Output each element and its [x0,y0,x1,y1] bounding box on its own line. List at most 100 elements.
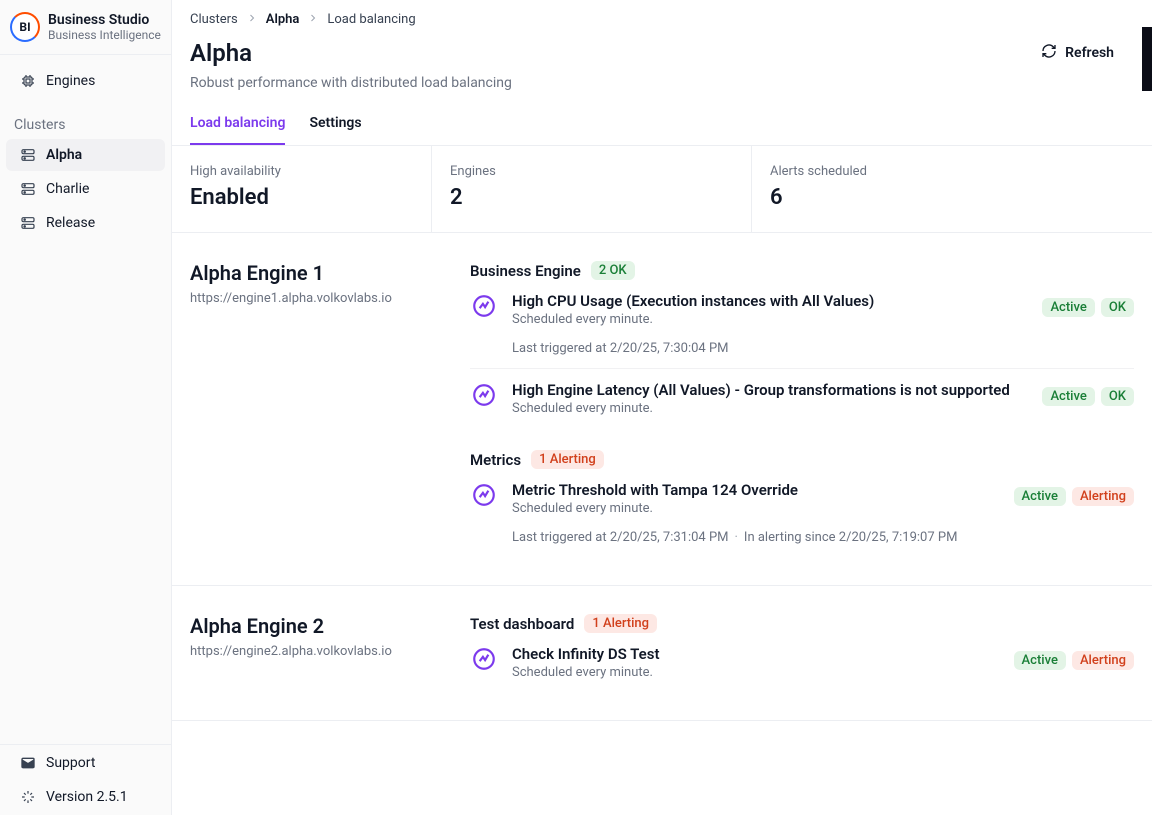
alert-schedule: Scheduled every minute. [512,501,1000,516]
group-header: Test dashboard 1 Alerting [470,614,1134,633]
engine-name: Alpha Engine 1 [190,261,430,285]
chevron-right-icon [307,12,319,27]
alert-group: Business Engine 2 OK High CPU Usage (Execu… [470,261,1134,428]
alert-badges: Active Alerting [1014,487,1134,506]
engine-url: https://engine2.alpha.volkovlabs.io [190,644,430,659]
alert-meta: Last triggered at 2/20/25, 7:31:04 PM·In… [512,530,1000,545]
crumb-page: Load balancing [327,12,415,27]
crumb-clusters[interactable]: Clusters [190,12,238,27]
activity-icon [470,481,498,509]
right-edge-bar [1142,27,1152,91]
tab-load-balancing[interactable]: Load balancing [190,115,285,145]
status-badge: Active [1014,651,1066,670]
alert-title: High Engine Latency (All Values) - Group… [512,381,1028,399]
sidebar-item-cluster[interactable]: Charlie [6,173,165,205]
stat-label: High availability [190,164,413,179]
sidebar-item-support[interactable]: Support [6,747,165,779]
activity-icon [470,381,498,409]
crumb-cluster[interactable]: Alpha [266,12,300,27]
alert-group: Test dashboard1 AlertingCheck Infinity D… [470,614,1134,692]
sidebar: BI Business Studio Business Intelligence… [0,0,172,815]
brand-logo: BI [10,12,40,42]
sidebar-item-label: Charlie [46,181,89,197]
sidebar-heading-clusters: Clusters [0,107,171,137]
status-badge: 2 OK [591,261,635,280]
alert-row[interactable]: High CPU Usage (Execution instances with… [470,280,1134,369]
stats-row: High availability Enabled Engines 2 Aler… [172,146,1152,233]
status-badge: Active [1042,387,1094,406]
alert-list: High CPU Usage (Execution instances with… [470,280,1134,428]
sidebar-item-engines[interactable]: Engines [6,65,165,97]
activity-icon [470,292,498,320]
sidebar-item-label: Release [46,215,95,231]
engine-block: Alpha Engine 1 https://engine1.alpha.volk… [172,233,1152,586]
alert-badges: Active OK [1042,387,1134,406]
group-title: Metrics [470,451,521,469]
breadcrumb: Clusters Alpha Load balancing [172,0,1152,27]
page-subtitle: Robust performance with distributed load… [172,71,1142,91]
alert-row[interactable]: Check Infinity DS Test Scheduled every mi… [470,633,1134,692]
engines-list: Alpha Engine 1 https://engine1.alpha.volk… [172,233,1152,815]
status-badge: 1 Alerting [584,614,657,633]
status-badge: OK [1101,387,1134,406]
alert-title: Check Infinity DS Test [512,645,1000,663]
sparkle-icon [20,789,36,805]
sidebar-item-version[interactable]: Version 2.5.1 [6,781,165,813]
brand-title: Business Studio [48,12,161,28]
status-badge: 1 Alerting [531,450,604,469]
sidebar-item-label: Engines [46,73,95,89]
status-badge: OK [1101,298,1134,317]
clusters-list: Alpha Charlie Release [0,137,171,241]
alert-badges: Active Alerting [1014,651,1134,670]
status-badge: Alerting [1072,651,1134,670]
server-icon [20,181,36,197]
chip-icon [20,73,36,89]
stat-value: Enabled [190,185,413,210]
alert-schedule: Scheduled every minute. [512,665,1000,680]
group-header: Business Engine 2 OK [470,261,1134,280]
activity-icon [470,645,498,673]
server-icon [20,215,36,231]
engine-block: Alpha Engine 2 https://engine2.alpha.volk… [172,586,1152,721]
status-badge: Alerting [1072,487,1134,506]
alert-group: Metrics1 AlertingMetric Threshold with T… [470,450,1134,557]
stat-value: 6 [770,185,994,210]
alert-row[interactable]: High Engine Latency (All Values) - Group… [470,369,1134,428]
group-title: Business Engine [470,262,581,280]
refresh-button[interactable]: Refresh [1031,35,1124,71]
server-icon [20,147,36,163]
alert-list: Metric Threshold with Tampa 124 Override… [470,469,1134,557]
stat-label: Engines [450,164,733,179]
group-header: Metrics 1 Alerting [470,450,1134,469]
stat-engines: Engines 2 [432,146,752,232]
mail-icon [20,755,36,771]
page-title: Alpha [190,39,252,67]
stat-alerts: Alerts scheduled 6 [752,146,1012,232]
stat-value: 2 [450,185,733,210]
alert-title: High CPU Usage (Execution instances with… [512,292,1028,310]
stat-high-availability: High availability Enabled [172,146,432,232]
tabs: Load balancing Settings [172,91,1152,146]
brand: BI Business Studio Business Intelligence [0,0,171,55]
engine-name: Alpha Engine 2 [190,614,430,638]
tab-settings[interactable]: Settings [309,115,361,145]
sidebar-item-cluster[interactable]: Release [6,207,165,239]
sidebar-item-label: Alpha [46,147,82,163]
status-badge: Active [1042,298,1094,317]
main: Clusters Alpha Load balancing Alpha Refr… [172,0,1152,815]
status-badge: Active [1014,487,1066,506]
brand-subtitle: Business Intelligence [48,28,161,42]
sidebar-item-label: Version 2.5.1 [46,789,128,805]
engine-info: Alpha Engine 1 https://engine1.alpha.volk… [190,261,430,557]
alert-title: Metric Threshold with Tampa 124 Override [512,481,1000,499]
alert-row[interactable]: Metric Threshold with Tampa 124 Override… [470,469,1134,557]
sidebar-item-cluster[interactable]: Alpha [6,139,165,171]
stat-label: Alerts scheduled [770,164,994,179]
alert-list: Check Infinity DS Test Scheduled every mi… [470,633,1134,692]
group-title: Test dashboard [470,615,574,633]
alert-schedule: Scheduled every minute. [512,312,1028,327]
sidebar-item-label: Support [46,755,95,771]
engine-url: https://engine1.alpha.volkovlabs.io [190,291,430,306]
refresh-icon [1041,43,1057,63]
alert-schedule: Scheduled every minute. [512,401,1028,416]
